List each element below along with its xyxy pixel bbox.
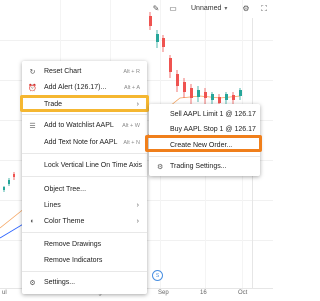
menu-item-remove-drawings[interactable]: Remove Drawings: [22, 238, 147, 251]
top-toolbar: ✎ ▭ Unnamed ▾ ⚙ ⛶: [0, 0, 273, 18]
trade-highlight-box: [20, 95, 149, 112]
menu-item-settings[interactable]: ⚙ Settings...: [22, 276, 147, 289]
menu-item-reset-chart[interactable]: ↻ Reset Chart Alt + R: [22, 65, 147, 78]
menu-item-add-watchlist[interactable]: ☰ Add to Watchlist AAPL Alt + W: [22, 119, 147, 132]
menu-divider: [22, 232, 147, 233]
menu-item-remove-indicators[interactable]: Remove Indicators: [22, 254, 147, 267]
submenu-item-trading-settings[interactable]: ⚙ Trading Settings...: [149, 160, 260, 173]
pencil-icon[interactable]: ✎: [150, 3, 162, 14]
refresh-icon: ↻: [29, 68, 36, 76]
menu-item-add-alert[interactable]: ⏰ Add Alert (126.17)... Alt + A: [22, 81, 147, 94]
menu-item-lines[interactable]: Lines ›: [22, 199, 147, 212]
menu-item-color-theme[interactable]: ◐ Color Theme ›: [22, 215, 147, 228]
chevron-right-icon: ›: [136, 202, 139, 209]
split-marker[interactable]: S: [152, 270, 163, 281]
menu-divider: [22, 114, 147, 115]
x-label: ul: [2, 290, 7, 296]
submenu-item-sell-limit[interactable]: Sell AAPL Limit 1 @ 126.17: [149, 108, 260, 121]
menu-item-lock-vertical-line[interactable]: Lock Vertical Line On Time Axis: [22, 159, 147, 172]
layout-name: Unnamed: [191, 5, 222, 12]
candles-right: [149, 12, 242, 108]
menu-divider: [22, 153, 147, 154]
layout-icon[interactable]: ▭: [167, 3, 179, 14]
list-add-icon: ☰: [29, 122, 36, 130]
x-label: 16: [200, 290, 207, 296]
x-label: Sep: [158, 290, 169, 296]
fullscreen-icon[interactable]: ⛶: [258, 3, 270, 14]
alarm-clock-icon: ⏰: [28, 84, 37, 92]
settings-icon[interactable]: ⚙: [240, 3, 252, 14]
menu-divider: [22, 271, 147, 272]
gear-icon: ⚙: [29, 279, 36, 287]
candles-left: [3, 172, 15, 192]
gear-icon: ⚙: [157, 163, 164, 171]
menu-divider: [22, 176, 147, 177]
menu-item-object-tree[interactable]: Object Tree...: [22, 183, 147, 196]
layout-name-dropdown[interactable]: Unnamed ▾: [191, 3, 235, 14]
x-label: Oct: [238, 290, 248, 296]
menu-divider: [149, 156, 260, 157]
menu-item-add-text-note[interactable]: Add Text Note for AAPL Alt + N: [22, 136, 147, 149]
create-order-highlight-box: [145, 135, 262, 152]
palette-icon: ◐: [30, 218, 35, 225]
chevron-down-icon: ▾: [224, 6, 228, 12]
chevron-right-icon: ›: [136, 218, 139, 225]
